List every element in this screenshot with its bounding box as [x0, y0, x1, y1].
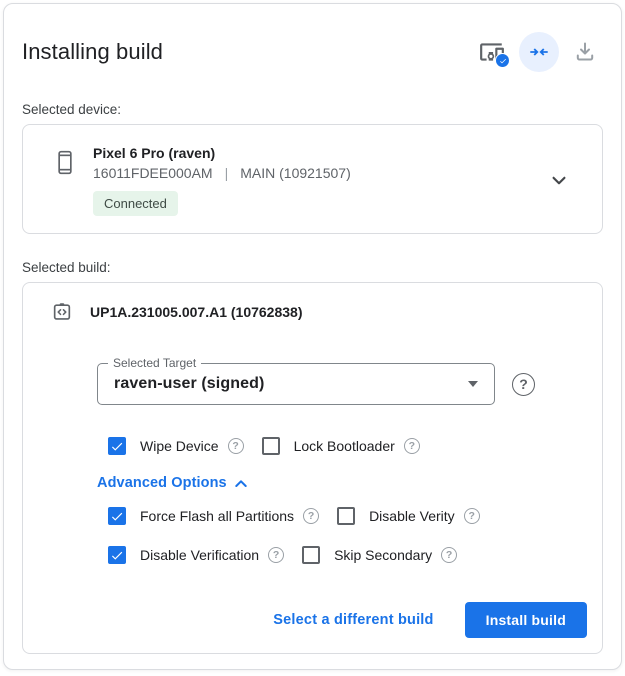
connect-arrows-icon — [528, 41, 550, 63]
checkbox-label: Wipe Device — [140, 438, 219, 454]
select-different-build-button[interactable]: Select a different build — [269, 604, 437, 636]
toolbar — [473, 32, 603, 72]
help-icon[interactable] — [512, 373, 535, 396]
help-icon[interactable] — [464, 508, 480, 524]
device-serial: 16011FDEE000AM — [93, 165, 213, 181]
checkbox-label: Lock Bootloader — [294, 438, 395, 454]
checkbox-label: Force Flash all Partitions — [140, 508, 294, 524]
status-badge: Connected — [93, 191, 178, 216]
selected-build-card: UP1A.231005.007.A1 (10762838) Selected T… — [22, 282, 603, 654]
device-details: 16011FDEE000AM | MAIN (10921507) — [93, 165, 351, 181]
selected-device-label: Selected device: — [22, 102, 603, 117]
dialog-header: Installing build — [22, 4, 603, 72]
help-icon[interactable] — [228, 438, 244, 454]
device-build-info: MAIN (10921507) — [240, 165, 351, 181]
checkbox-label: Skip Secondary — [334, 547, 432, 563]
build-header: UP1A.231005.007.A1 (10762838) — [51, 301, 587, 323]
checkbox-disable-verification[interactable]: Disable Verification — [108, 546, 284, 564]
connect-device-button[interactable] — [519, 32, 559, 72]
download-build-button[interactable] — [567, 33, 603, 71]
disable-verification-checkbox[interactable] — [108, 546, 126, 564]
checkbox-force-flash[interactable]: Force Flash all Partitions — [108, 507, 319, 525]
download-icon — [573, 40, 597, 64]
actions-row: Select a different build Install build — [51, 602, 587, 638]
help-icon[interactable] — [441, 547, 457, 563]
select-value: raven-user (signed) — [114, 375, 264, 393]
wipe-device-checkbox[interactable] — [108, 437, 126, 455]
build-name: UP1A.231005.007.A1 (10762838) — [90, 304, 303, 320]
install-build-button[interactable]: Install build — [465, 602, 587, 638]
help-icon[interactable] — [404, 438, 420, 454]
chevron-up-icon — [235, 479, 247, 488]
select-label: Selected Target — [108, 356, 201, 370]
advanced-options-toggle[interactable]: Advanced Options — [97, 475, 247, 491]
page-title: Installing build — [22, 39, 163, 65]
advanced-options-label: Advanced Options — [97, 475, 227, 491]
help-icon[interactable] — [268, 547, 284, 563]
smartphone-icon — [55, 149, 75, 176]
device-info: Pixel 6 Pro (raven) 16011FDEE000AM | MAIN … — [93, 145, 351, 216]
force-flash-checkbox[interactable] — [108, 507, 126, 525]
checkbox-label: Disable Verity — [369, 508, 455, 524]
checkbox-lock-bootloader[interactable]: Lock Bootloader — [262, 437, 420, 455]
check-badge-icon — [495, 53, 510, 68]
chevron-down-icon[interactable] — [546, 167, 572, 193]
checkbox-disable-verity[interactable]: Disable Verity — [337, 507, 480, 525]
dropdown-arrow-icon — [468, 381, 478, 387]
disable-verity-checkbox[interactable] — [337, 507, 355, 525]
advanced-options-row-1: Force Flash all Partitions Disable Verit… — [108, 507, 587, 525]
selected-device-card[interactable]: Pixel 6 Pro (raven) 16011FDEE000AM | MAIN … — [22, 124, 603, 234]
selected-build-label: Selected build: — [22, 260, 603, 275]
lock-bootloader-checkbox[interactable] — [262, 437, 280, 455]
checkbox-skip-secondary[interactable]: Skip Secondary — [302, 546, 457, 564]
skip-secondary-checkbox[interactable] — [302, 546, 320, 564]
checkbox-label: Disable Verification — [140, 547, 259, 563]
installing-build-dialog: Installing build Selected — [3, 3, 622, 670]
options-row-1: Wipe Device Lock Bootloader — [108, 437, 587, 455]
device-name: Pixel 6 Pro (raven) — [93, 145, 351, 161]
checkbox-wipe-device[interactable]: Wipe Device — [108, 437, 244, 455]
help-icon[interactable] — [303, 508, 319, 524]
device-status-button[interactable] — [473, 33, 511, 71]
build-code-icon — [51, 301, 73, 323]
advanced-options-row-2: Disable Verification Skip Secondary — [108, 546, 587, 564]
selected-target-select[interactable]: Selected Target raven-user (signed) — [97, 363, 495, 405]
divider: | — [225, 165, 229, 181]
target-select-row: Selected Target raven-user (signed) — [97, 363, 587, 405]
